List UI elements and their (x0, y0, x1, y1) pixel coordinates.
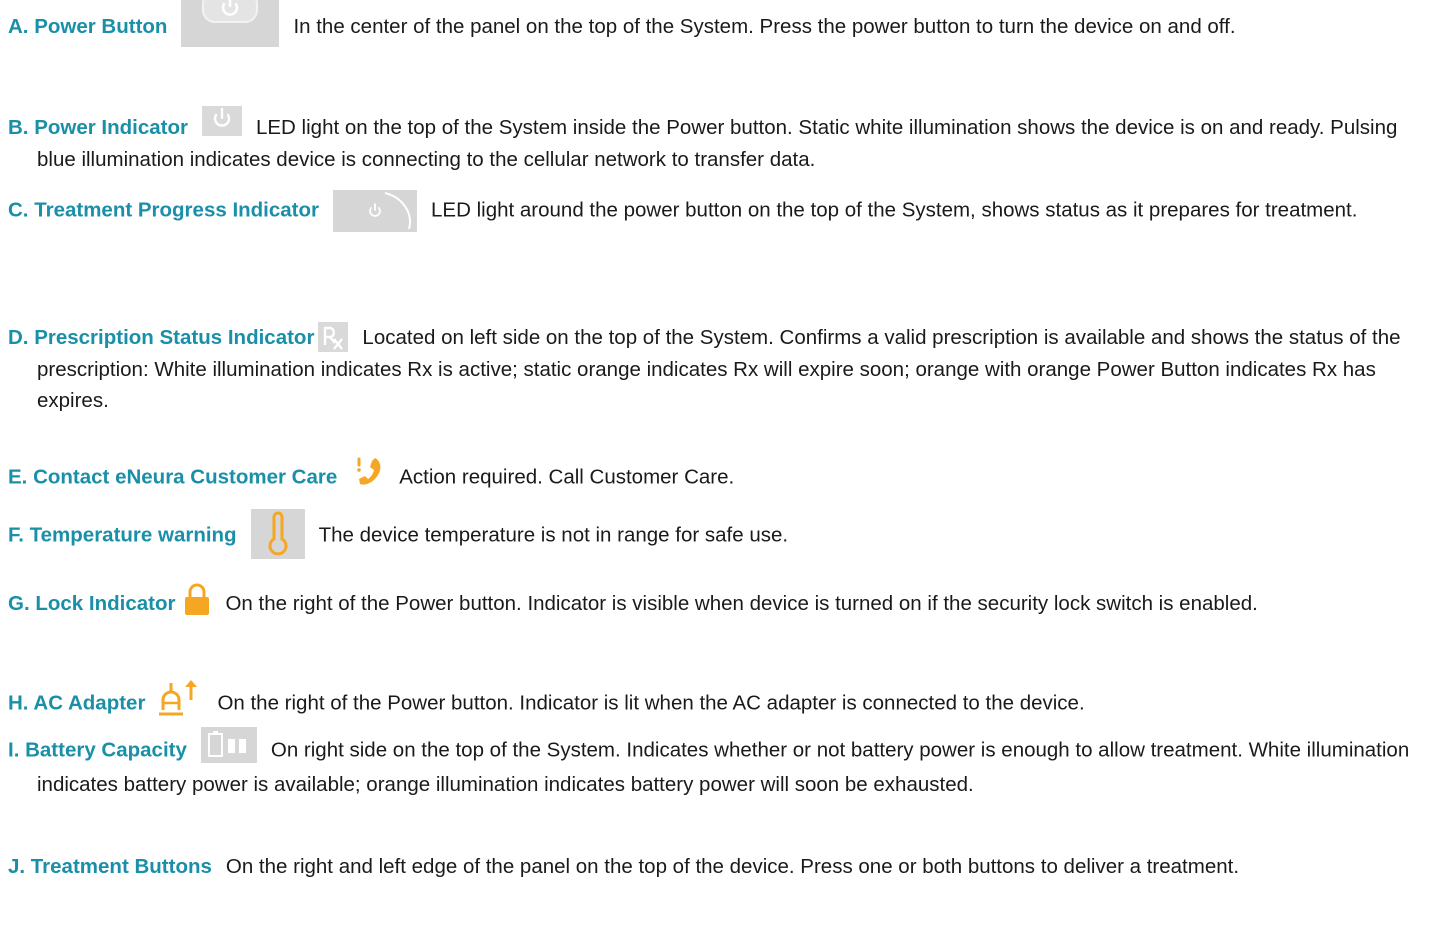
desc-lock-indicator: On the right of the Power button. Indica… (225, 592, 1258, 615)
entry-power-indicator: B. Power Indicator LED light on the top … (8, 105, 1427, 175)
entry-treatment-progress: C. Treatment Progress Indicator LED ligh… (8, 190, 1427, 232)
thermometer-icon (250, 509, 305, 559)
term-treatment-buttons: J. Treatment Buttons (8, 855, 212, 878)
treatment-progress-icon (333, 190, 423, 232)
term-contact-customer-care: E. Contact eNeura Customer Care (8, 465, 338, 489)
entry-treatment-buttons: J. Treatment Buttons On the right and lef… (8, 851, 1427, 882)
desc-treatment-buttons: On the right and left edge of the panel … (225, 855, 1240, 878)
desc-treatment-progress: LED light around the power button on the… (431, 198, 1358, 222)
entry-prescription-status: D. Prescription Status Indicator Located… (8, 321, 1427, 416)
term-temperature-warning: F. Temperature warning (8, 523, 237, 547)
entry-ac-adapter: H. AC Adapter On the right of the Power … (8, 680, 1427, 724)
term-power-button: A. Power Button (8, 15, 168, 38)
lock-icon (183, 583, 211, 615)
desc-contact-customer-care: Action required. Call Customer Care. (399, 465, 735, 489)
entry-power-button: A. Power Button In the center of the pan… (8, 0, 1427, 47)
desc-temperature-warning: The device temperature is not in range f… (318, 523, 789, 547)
power-indicator-icon (201, 105, 242, 136)
phone-alert-icon (351, 455, 385, 489)
power-button-icon (181, 0, 280, 47)
term-ac-adapter: H. AC Adapter (8, 691, 146, 715)
term-battery-capacity: I. Battery Capacity (8, 738, 187, 762)
desc-power-button: In the center of the panel on the top of… (293, 15, 1236, 38)
entry-temperature-warning: F. Temperature warning The device temper… (8, 509, 1427, 559)
term-treatment-progress: C. Treatment Progress Indicator (8, 198, 320, 222)
document: A. Power Button In the center of the pan… (0, 0, 1439, 935)
entry-contact-customer-care: E. Contact eNeura Customer Care Action r… (8, 457, 1427, 495)
term-power-indicator: B. Power Indicator (8, 116, 188, 139)
battery-icon (200, 727, 257, 763)
desc-ac-adapter: On the right of the Power button. Indica… (217, 691, 1085, 715)
prescription-rx-icon (318, 321, 349, 352)
ac-adapter-icon (153, 678, 203, 718)
term-prescription-status: D. Prescription Status Indicator (8, 326, 315, 349)
term-lock-indicator: G. Lock Indicator (8, 592, 176, 615)
entry-battery-capacity: I. Battery Capacity On right side on the… (8, 727, 1427, 800)
entry-lock-indicator: G. Lock Indicator On the right of the Po… (8, 583, 1427, 621)
